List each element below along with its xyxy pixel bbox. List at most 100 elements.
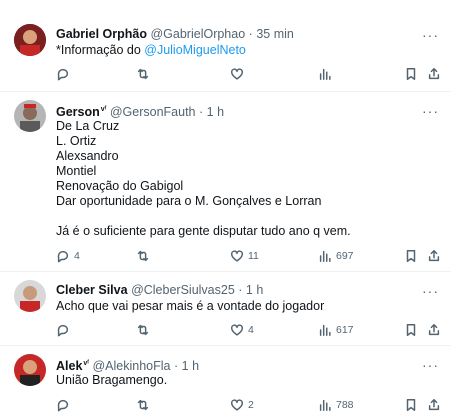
action-bar: 4 617	[56, 322, 440, 338]
more-icon[interactable]: ···	[422, 284, 439, 298]
tweet-text-line: Renovação do Gabigol	[56, 179, 184, 193]
share-button[interactable]	[427, 322, 441, 338]
reply-button[interactable]	[56, 66, 74, 82]
share-icon	[428, 68, 440, 80]
tweet-text-line	[56, 209, 351, 224]
tweet-text-line: Alexsandro	[56, 149, 119, 163]
action-bar: 4 11 697	[56, 248, 440, 264]
retweet-button[interactable]	[136, 322, 154, 338]
like-button[interactable]: 11	[230, 248, 259, 264]
retweet-icon	[137, 324, 149, 336]
share-button[interactable]	[427, 397, 441, 413]
author-name[interactable]: Cleber Silva	[56, 283, 128, 297]
like-icon	[231, 68, 243, 80]
retweet-icon	[137, 250, 149, 262]
views-icon	[319, 250, 331, 262]
retweet-icon	[137, 68, 149, 80]
timestamp[interactable]: 1 h	[246, 283, 263, 297]
timestamp[interactable]: 1 h	[207, 105, 224, 119]
reply-button[interactable]	[56, 397, 74, 413]
bookmark-button[interactable]	[404, 322, 418, 338]
share-icon	[428, 399, 440, 411]
views-button[interactable]: 697	[318, 248, 354, 264]
author-name[interactable]: Gerson	[56, 105, 100, 119]
mention-link[interactable]: @JulioMiguelNeto	[144, 43, 246, 57]
retweet-button[interactable]	[136, 397, 154, 413]
tweet-text-line: Montiel	[56, 164, 97, 178]
share-button[interactable]	[427, 66, 441, 82]
like-icon	[231, 324, 243, 336]
tweet-text-line: Dar oportunidade para o M. Gonçalves e L…	[56, 194, 322, 208]
separator-dot: ·	[238, 283, 243, 297]
like-icon	[231, 399, 243, 411]
separator-dot: ·	[248, 27, 253, 41]
views-icon	[319, 68, 331, 80]
bookmark-icon	[406, 399, 416, 411]
views-button[interactable]: 788	[318, 397, 354, 413]
tweet-text: *Informação do	[56, 43, 145, 57]
tweet-item[interactable]: Alekᴠᶠ @AlekinhoFla · 1 h ··· União Brag…	[0, 346, 451, 419]
bookmark-button[interactable]	[404, 66, 418, 82]
name-emoji-badge: ᴠᶠ	[100, 106, 107, 113]
author-handle[interactable]: @GabrielOrphao	[150, 27, 245, 41]
reply-icon	[57, 250, 69, 263]
views-button[interactable]: 617	[318, 322, 354, 338]
tweet-text-line: L. Ortiz	[56, 134, 97, 148]
views-button[interactable]	[318, 66, 336, 82]
retweet-button[interactable]	[136, 66, 154, 82]
action-bar	[56, 66, 440, 82]
separator-dot: ·	[173, 359, 179, 374]
like-button[interactable]	[230, 66, 248, 82]
more-icon[interactable]: ···	[422, 28, 439, 42]
timestamp[interactable]: 35 min	[256, 27, 294, 41]
like-count: 11	[248, 250, 259, 262]
more-icon[interactable]: ···	[422, 104, 439, 118]
views-count: 697	[336, 250, 354, 262]
avatar[interactable]	[14, 354, 46, 386]
reply-icon	[57, 324, 69, 337]
bookmark-icon	[406, 324, 416, 336]
reply-button[interactable]	[56, 322, 74, 338]
author-name[interactable]: Gabriel Orphão	[56, 27, 147, 41]
reply-icon	[57, 399, 69, 412]
retweet-button[interactable]	[136, 248, 154, 264]
views-count: 617	[336, 324, 354, 336]
avatar[interactable]	[14, 24, 46, 56]
share-icon	[428, 250, 440, 262]
tweet-text: Acho que vai pesar mais é a vontade do j…	[56, 299, 325, 313]
tweet-item[interactable]: Gersonᴠᶠ @GersonFauth · 1 h ··· De La Cr…	[0, 92, 451, 272]
tweet-text: União Bragamengo.	[56, 373, 168, 387]
tweet-text-line: Já é o suficiente para gente disputar tu…	[56, 224, 351, 238]
views-icon	[319, 324, 331, 336]
name-emoji-badge: ᴠᶠ	[83, 360, 89, 367]
timestamp[interactable]: 1 h	[182, 359, 199, 373]
bookmark-button[interactable]	[404, 397, 418, 413]
more-icon[interactable]: ···	[422, 358, 439, 372]
avatar[interactable]	[14, 100, 46, 132]
tweet-item[interactable]: Gabriel Orphão @GabrielOrphao · 35 min ·…	[0, 0, 451, 92]
reply-count: 4	[74, 250, 80, 262]
author-handle[interactable]: @AlekinhoFla	[92, 359, 170, 373]
avatar[interactable]	[14, 280, 46, 312]
views-icon	[319, 399, 331, 411]
share-icon	[428, 324, 440, 336]
views-count: 788	[336, 399, 354, 411]
reply-button[interactable]: 4	[56, 248, 80, 264]
tweet-text-line: De La Cruz	[56, 119, 120, 133]
like-count: 4	[248, 324, 254, 336]
bookmark-icon	[406, 68, 416, 80]
author-handle[interactable]: @GersonFauth	[110, 105, 196, 119]
share-button[interactable]	[427, 248, 441, 264]
author-handle[interactable]: @CleberSiulvas25	[131, 283, 235, 297]
retweet-icon	[137, 399, 149, 411]
bookmark-icon	[406, 250, 416, 262]
tweet-item[interactable]: Cleber Silva @CleberSiulvas25 · 1 h ··· …	[0, 272, 451, 346]
author-name[interactable]: Alek	[56, 359, 82, 373]
like-button[interactable]: 2	[230, 397, 254, 413]
like-count: 2	[248, 399, 254, 411]
like-icon	[231, 250, 243, 262]
bookmark-button[interactable]	[404, 248, 418, 264]
reply-icon	[57, 68, 69, 81]
like-button[interactable]: 4	[230, 322, 254, 338]
separator-dot: ·	[198, 105, 204, 120]
